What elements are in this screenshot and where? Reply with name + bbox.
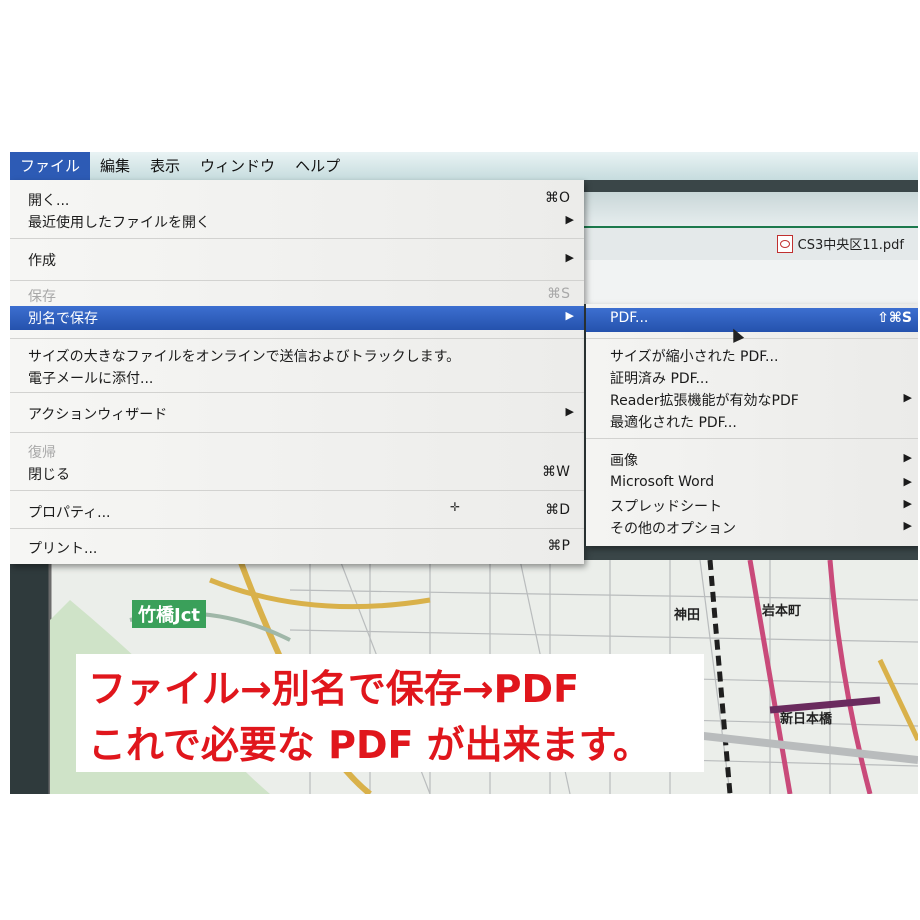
menu-item-save: 保存 ⌘S [10,284,584,306]
menu-item-open-shortcut: ⌘O [544,190,570,206]
menu-item-create-label: 作成 [28,253,56,269]
menu-item-properties-shortcut: ⌘D [545,502,570,518]
menu-item-properties[interactable]: プロパティ... ⌘D [10,500,584,522]
submenu-item-reader-extended-pdf-label: Reader拡張機能が有効なPDF [610,393,799,409]
menu-file[interactable]: ファイル [10,152,91,180]
save-as-submenu: PDF... ⇧⌘S サイズが縮小された PDF... 証明済み PDF... … [586,304,918,546]
menu-view[interactable]: 表示 [140,152,190,180]
pdf-file-icon [776,234,793,253]
submenu-item-spreadsheet-label: スプレッドシート [610,499,722,515]
menu-item-send-and-track-label: サイズの大きなファイルをオンラインで送信およびトラックします。 [28,349,461,365]
menu-help[interactable]: ヘルプ [285,152,350,180]
submenu-arrow-icon: ▶ [565,251,574,264]
menu-separator [10,280,584,281]
submenu-item-reader-extended-pdf[interactable]: Reader拡張機能が有効なPDF ▶ [586,388,918,410]
document-tab[interactable]: CS3中央区11.pdf [776,234,904,253]
menu-item-attach-email[interactable]: 電子メールに添付... [10,366,584,388]
screen-photo: CS3中央区11.pdf 竹橋Jct 神田 岩本町 新日本橋 ファイル 編集 表… [10,152,918,794]
menu-edit[interactable]: 編集 [90,152,140,180]
submenu-item-image[interactable]: 画像 ▶ [586,448,918,470]
menu-separator [10,528,584,529]
menu-item-revert: 復帰 [10,440,584,462]
caption-box: ファイル→別名で保存→PDF これで必要な PDF が出来ます。 [76,654,704,772]
menu-item-open[interactable]: 開く... ⌘O [10,188,584,210]
menu-separator [586,338,918,339]
crosshair-cursor-icon: ✛ [450,500,461,514]
menu-separator [10,490,584,491]
menu-separator [10,432,584,433]
map-label-takebashi-jct: 竹橋Jct [132,600,206,628]
menu-item-close-shortcut: ⌘W [542,464,570,480]
file-menu: 開く... ⌘O 最近使用したファイルを開く ▶ 作成 ▶ 保存 ⌘S 別名で保… [10,180,584,564]
menu-separator [586,438,918,439]
submenu-item-certified-pdf-label: 証明済み PDF... [610,371,709,387]
submenu-arrow-icon: ▶ [565,213,574,226]
menu-item-save-as[interactable]: 別名で保存 ▶ [10,306,584,330]
map-label-iwamoto: 岩本町 [762,604,802,619]
submenu-item-reduced-size-pdf-label: サイズが縮小された PDF... [610,349,779,365]
menu-item-close-label: 閉じる [28,467,70,483]
submenu-arrow-icon: ▶ [903,475,912,488]
map-label-shin-nihonbashi: 新日本橋 [780,712,833,727]
submenu-item-optimized-pdf-label: 最適化された PDF... [610,415,737,431]
submenu-item-pdf[interactable]: PDF... ⇧⌘S [586,308,918,332]
menu-separator [10,338,584,339]
menu-item-properties-label: プロパティ... [28,505,111,521]
menu-item-open-recent-label: 最近使用したファイルを開く [28,215,210,231]
menu-separator [10,238,584,239]
submenu-item-reduced-size-pdf[interactable]: サイズが縮小された PDF... [586,344,918,366]
caption-line-1: ファイル→別名で保存→PDF [88,667,580,711]
menu-item-print[interactable]: プリント... ⌘P [10,536,584,558]
submenu-arrow-icon: ▶ [903,391,912,404]
menu-item-action-wizard-label: アクションウィザード [28,407,168,423]
submenu-arrow-icon: ▶ [903,451,912,464]
menu-item-open-label: 開く... [28,193,70,209]
menu-item-save-label: 保存 [28,289,56,305]
submenu-item-pdf-shortcut: ⇧⌘S [877,310,912,326]
menu-item-create[interactable]: 作成 ▶ [10,248,584,270]
menu-item-print-label: プリント... [28,541,98,557]
submenu-item-image-label: 画像 [610,453,638,469]
menu-item-save-as-label: 別名で保存 [28,311,98,327]
menu-item-open-recent[interactable]: 最近使用したファイルを開く ▶ [10,210,584,232]
menu-item-print-shortcut: ⌘P [547,538,570,554]
menu-item-save-shortcut: ⌘S [547,286,570,302]
submenu-arrow-icon: ▶ [903,519,912,532]
submenu-item-optimized-pdf[interactable]: 最適化された PDF... [586,410,918,432]
menu-item-send-and-track[interactable]: サイズの大きなファイルをオンラインで送信およびトラックします。 [10,344,584,366]
submenu-item-other-options-label: その他のオプション [610,521,736,537]
menu-item-revert-label: 復帰 [28,445,56,461]
submenu-item-microsoft-word[interactable]: Microsoft Word ▶ [586,472,918,494]
menu-item-attach-email-label: 電子メールに添付... [28,371,154,387]
submenu-item-spreadsheet[interactable]: スプレッドシート ▶ [586,494,918,516]
submenu-arrow-icon: ▶ [903,497,912,510]
menu-separator [10,392,584,393]
map-label-kanda: 神田 [674,608,701,623]
submenu-arrow-icon: ▶ [565,405,574,418]
submenu-item-pdf-label: PDF... [610,310,649,326]
submenu-item-certified-pdf[interactable]: 証明済み PDF... [586,366,918,388]
submenu-arrow-icon: ▶ [565,309,574,322]
document-tab-label: CS3中央区11.pdf [797,238,904,253]
menu-window[interactable]: ウィンドウ [190,152,285,180]
submenu-item-microsoft-word-label: Microsoft Word [610,474,715,490]
submenu-item-other-options[interactable]: その他のオプション ▶ [586,516,918,538]
menu-item-action-wizard[interactable]: アクションウィザード ▶ [10,402,584,424]
caption-line-2: これで必要な PDF が出来ます。 [88,723,651,767]
menu-bar: ファイル 編集 表示 ウィンドウ ヘルプ [10,152,918,180]
menu-item-close[interactable]: 閉じる ⌘W [10,462,584,484]
